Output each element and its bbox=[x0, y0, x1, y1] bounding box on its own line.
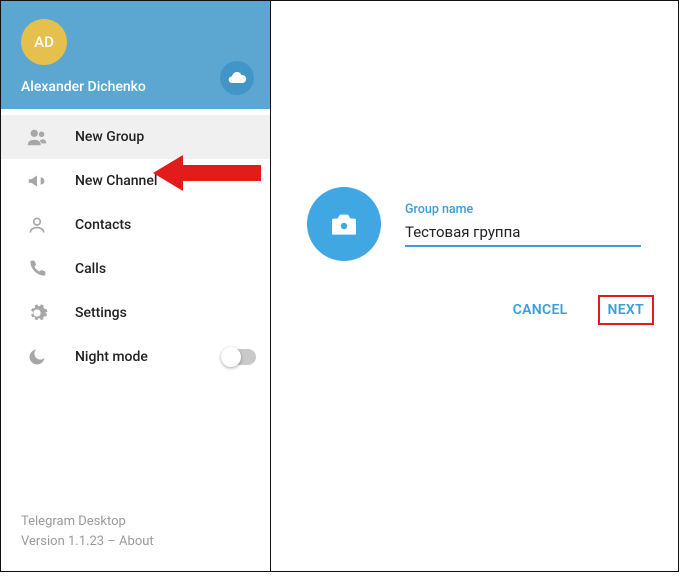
group-icon bbox=[25, 125, 49, 149]
group-photo-button[interactable] bbox=[307, 187, 381, 261]
megaphone-icon bbox=[25, 169, 49, 193]
menu-item-new-group[interactable]: New Group bbox=[1, 115, 270, 159]
main-pane: Group name CANCEL NEXT bbox=[271, 1, 678, 571]
phone-icon bbox=[25, 257, 49, 281]
menu-label: New Channel bbox=[75, 173, 157, 189]
cloud-button[interactable] bbox=[220, 61, 254, 95]
menu-item-calls[interactable]: Calls bbox=[1, 247, 270, 291]
person-icon bbox=[25, 213, 49, 237]
menu-label: New Group bbox=[75, 129, 144, 145]
toggle-knob bbox=[221, 347, 241, 367]
moon-icon bbox=[25, 345, 49, 369]
dialog-actions: CANCEL NEXT bbox=[509, 295, 654, 325]
sidebar-footer: Telegram Desktop Version 1.1.23 – About bbox=[1, 512, 270, 571]
group-name-label: Group name bbox=[405, 202, 641, 217]
cancel-button[interactable]: CANCEL bbox=[509, 296, 572, 324]
sidebar-header: AD Alexander Dichenko bbox=[1, 1, 270, 109]
night-mode-toggle[interactable] bbox=[222, 349, 256, 365]
menu-item-night-mode[interactable]: Night mode bbox=[1, 335, 270, 379]
menu-label: Night mode bbox=[75, 349, 148, 365]
gear-icon bbox=[25, 301, 49, 325]
cloud-icon bbox=[227, 68, 247, 88]
group-name-input[interactable] bbox=[405, 221, 641, 247]
next-button[interactable]: NEXT bbox=[598, 295, 654, 325]
menu-label: Calls bbox=[75, 261, 106, 277]
username: Alexander Dichenko bbox=[21, 79, 250, 95]
menu-item-new-channel[interactable]: New Channel bbox=[1, 159, 270, 203]
menu-label: Contacts bbox=[75, 217, 131, 233]
avatar[interactable]: AD bbox=[21, 19, 67, 65]
avatar-initials: AD bbox=[34, 33, 54, 51]
menu-list: New Group New Channel Contacts Calls bbox=[1, 109, 270, 512]
group-name-field: Group name bbox=[405, 202, 641, 247]
sidebar: AD Alexander Dichenko New Group New bbox=[1, 1, 271, 571]
new-group-form: Group name bbox=[307, 187, 641, 261]
menu-label: Settings bbox=[75, 305, 127, 321]
menu-item-contacts[interactable]: Contacts bbox=[1, 203, 270, 247]
menu-item-settings[interactable]: Settings bbox=[1, 291, 270, 335]
camera-icon bbox=[328, 208, 360, 240]
app-name: Telegram Desktop bbox=[21, 512, 250, 532]
app-version[interactable]: Version 1.1.23 – About bbox=[21, 532, 250, 552]
